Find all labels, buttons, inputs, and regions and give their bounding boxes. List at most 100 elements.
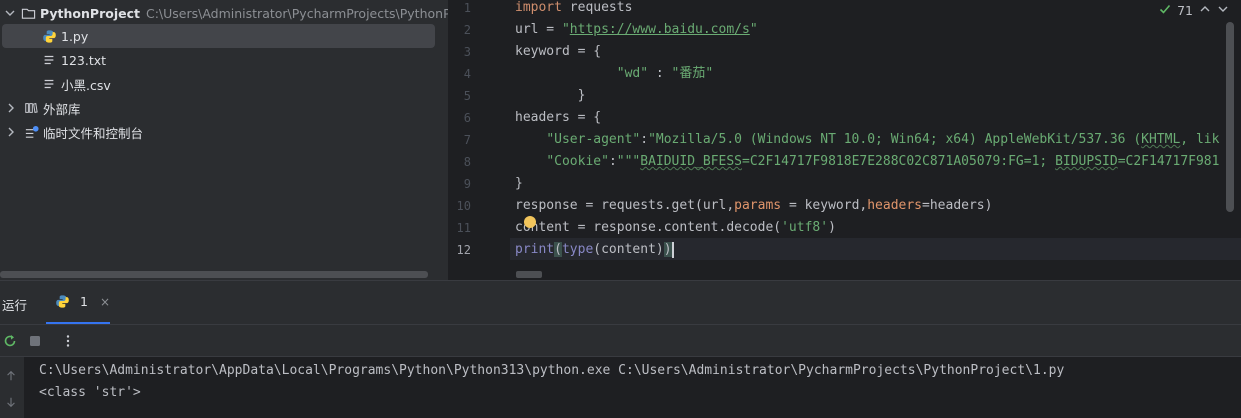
code-editor[interactable]: 1 2 3 4 5 6 7 8 9 10 11 12 import reques…	[448, 0, 1241, 280]
string-token: "Mozilla/5.0 (Windows NT 10.0; Win64; x6…	[648, 132, 1142, 147]
url-link[interactable]: https://www.baidu.com/s	[570, 22, 750, 37]
tree-item-project-root[interactable]: PythonProject C:\Users\Administrator\Pyc…	[0, 1, 448, 25]
file-name: 123.txt	[61, 52, 107, 68]
code-line-11: content = response.content.decode('utf8'…	[515, 217, 836, 239]
line-number-gutter: 1 2 3 4 5 6 7 8 9 10 11 12	[448, 0, 510, 280]
chevron-right-icon[interactable]	[5, 126, 17, 138]
line-number: 11	[456, 221, 471, 235]
tree-item-123-txt[interactable]: 123.txt	[0, 48, 448, 72]
editor-vertical-scrollbar[interactable]	[1226, 22, 1234, 212]
code-token: = keyword,	[781, 198, 868, 213]
code-line-1: import requests	[515, 0, 632, 19]
inspection-widget[interactable]: 71	[1159, 0, 1229, 20]
editor-horizontal-scrollbar[interactable]	[516, 271, 542, 278]
code-line-6: headers = {	[515, 110, 602, 125]
line-number: 1	[463, 1, 471, 15]
string-token: KHTML	[1141, 132, 1181, 147]
code-line-7: "User-agent":"Mozilla/5.0 (Windows NT 10…	[515, 129, 1219, 151]
param-token: params	[734, 198, 782, 213]
code-line-8: "Cookie":"""BAIDUID_BFESS=C2F14717F9818E…	[515, 151, 1219, 173]
line-number: 3	[463, 45, 471, 59]
check-icon	[1159, 3, 1171, 18]
chevron-down-icon[interactable]	[5, 7, 15, 19]
run-tab-1[interactable]: 1 ×	[46, 281, 110, 324]
console-output-line: C:\Users\Administrator\AppData\Local\Pro…	[39, 363, 1065, 378]
stop-icon[interactable]	[26, 332, 44, 350]
builtin-token: type	[561, 242, 594, 257]
string-token: "Cookie"	[546, 154, 609, 169]
arrow-down-icon[interactable]	[4, 395, 18, 409]
string-token: 'utf8'	[781, 220, 829, 235]
more-options-icon[interactable]	[59, 332, 77, 350]
string-token: =C2F14717F981	[1117, 154, 1220, 169]
project-name: PythonProject	[40, 5, 140, 21]
tree-horizontal-scrollbar[interactable]	[0, 271, 428, 278]
code-line-9: }	[515, 176, 523, 191]
line-number: 5	[463, 89, 471, 103]
text-cursor	[671, 241, 674, 258]
param-token: headers	[867, 198, 923, 213]
string-token: "	[749, 22, 758, 37]
line-number: 7	[463, 133, 471, 147]
text-file-icon	[41, 76, 57, 92]
line-number: 4	[463, 67, 471, 81]
scratches-icon	[23, 124, 39, 140]
line-number: 12	[456, 243, 471, 257]
library-icon	[23, 100, 39, 116]
keyword-token: import	[515, 0, 562, 15]
tree-item-csv[interactable]: 小黑.csv	[0, 72, 448, 96]
paren-token: )	[663, 242, 672, 257]
code-line-12: print(type(content))	[515, 239, 674, 261]
run-console[interactable]: C:\Users\Administrator\AppData\Local\Pro…	[0, 356, 1241, 418]
string-token: "User-agent"	[546, 132, 641, 147]
scratches-label: 临时文件和控制台	[43, 125, 144, 141]
chevron-right-icon[interactable]	[5, 102, 17, 114]
arrow-up-icon[interactable]	[4, 369, 18, 383]
code-line-2: url = "https://www.baidu.com/s"	[515, 19, 758, 41]
project-tree: PythonProject C:\Users\Administrator\Pyc…	[0, 0, 448, 280]
line-number: 8	[463, 155, 471, 169]
string-token: BIDUPSID	[1055, 154, 1118, 169]
tree-item-1-py[interactable]: 1.py	[2, 24, 435, 48]
code-token: :	[640, 132, 649, 147]
chevron-up-icon[interactable]	[1199, 3, 1211, 18]
line-number: 9	[463, 177, 471, 191]
string-token: """	[616, 154, 641, 169]
string-token: "	[561, 22, 570, 37]
code-token: content = response.content.decode(	[515, 220, 782, 235]
rerun-icon[interactable]	[1, 332, 19, 350]
close-icon[interactable]: ×	[100, 295, 110, 309]
lightbulb-icon[interactable]	[524, 216, 536, 228]
python-file-icon	[41, 28, 57, 44]
project-path: C:\Users\Administrator\PycharmProjects\P…	[145, 5, 448, 21]
string-token: BAIDUID_BFESS	[640, 154, 742, 169]
external-libs-label: 外部库	[43, 101, 81, 117]
line-number: 2	[463, 23, 471, 37]
ide-window: PythonProject C:\Users\Administrator\Pyc…	[0, 0, 1241, 418]
inspection-count: 71	[1177, 2, 1193, 18]
code-line-10: response = requests.get(url,params = key…	[515, 195, 992, 217]
tree-item-scratches[interactable]: 临时文件和控制台	[0, 120, 448, 144]
file-name: 小黑.csv	[61, 77, 111, 93]
text-file-icon	[41, 52, 57, 68]
string-token: "wd"	[616, 66, 649, 81]
string-token: , lik	[1180, 132, 1220, 147]
builtin-token: print	[515, 242, 555, 257]
string-token: "番茄"	[671, 66, 714, 81]
chevron-down-icon[interactable]	[1217, 3, 1229, 18]
code-token: (content)	[593, 242, 664, 257]
tree-item-external-libs[interactable]: 外部库	[0, 96, 448, 120]
code-token: =headers)	[922, 198, 993, 213]
folder-icon	[21, 5, 36, 21]
line-number: 6	[463, 111, 471, 125]
console-output-line: <class 'str'>	[39, 385, 141, 400]
code-token: url =	[515, 22, 562, 37]
code-line-4: "wd" : "番茄"	[515, 63, 713, 85]
string-token: =C2F14717F9818E7E288C02C871A05079:FG=1;	[742, 154, 1056, 169]
code-line-5: }	[515, 88, 586, 103]
run-tab-label: 1	[80, 294, 88, 309]
code-line-3: keyword = {	[515, 44, 602, 59]
code-token: :	[648, 66, 672, 81]
